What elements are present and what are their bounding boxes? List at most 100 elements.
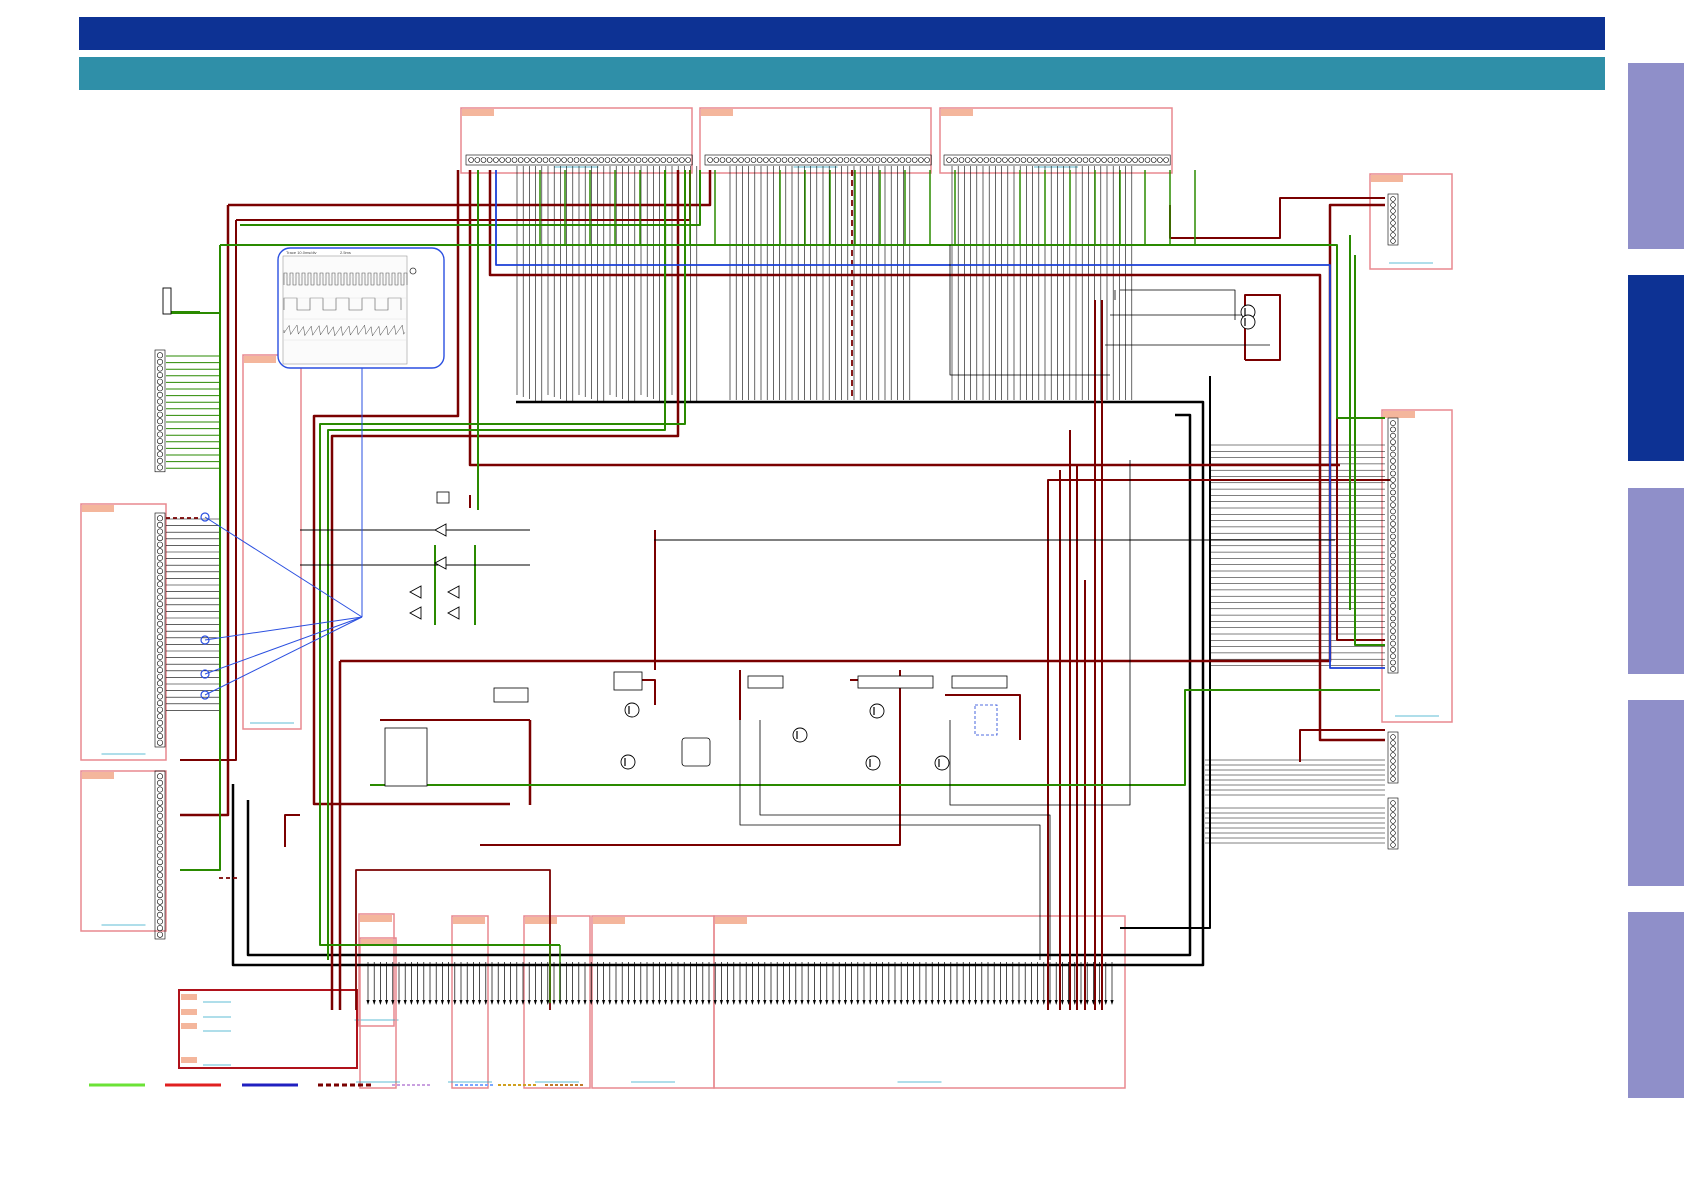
connector-left-3-pin xyxy=(157,885,164,892)
bottom-pin-arrow xyxy=(515,1000,519,1005)
bottom-pin-arrow xyxy=(527,1000,531,1005)
connector-top-2-pin xyxy=(837,157,844,163)
bottom-pin-arrow xyxy=(496,1000,500,1005)
bottom-pin-arrow xyxy=(868,1000,872,1005)
power-line xyxy=(480,670,901,846)
connector-left-2-pin xyxy=(157,574,164,581)
connector-top-2-pin xyxy=(781,157,788,163)
connector-top-2-pin xyxy=(750,157,757,163)
connector-right-3-pin xyxy=(1390,758,1396,764)
connector-top-1-pin xyxy=(548,157,555,163)
connector-right-2-pin xyxy=(1390,615,1396,622)
connector-top-2-pin xyxy=(794,157,800,163)
connector-top-2-pin xyxy=(849,157,856,163)
connector-left-1-pin xyxy=(157,424,164,431)
bottom-pin-arrow xyxy=(664,1000,668,1005)
connector-right-4-pin xyxy=(1390,824,1396,830)
connector-top-3-pin xyxy=(1045,157,1052,163)
connector-left-3-pin xyxy=(157,852,164,859)
connector-left-2-pin xyxy=(157,667,164,674)
connector-top-3-pin xyxy=(1014,157,1021,163)
connector-top-3-pin xyxy=(1088,157,1095,163)
connector-right-2-pin xyxy=(1390,596,1396,603)
bottom-pin-arrow xyxy=(657,1000,661,1005)
connector-left-2-pin xyxy=(157,607,164,614)
label-box xyxy=(747,675,784,689)
bottom-pin-arrow xyxy=(695,1000,699,1005)
connector-left-2-pin xyxy=(157,528,164,535)
connector-top-1-pin xyxy=(567,157,574,163)
bottom-pin-arrow xyxy=(1005,1000,1009,1005)
connector-top-1-pin xyxy=(474,157,481,163)
connector-top-1-pin xyxy=(511,157,518,163)
connector-top-3-pin xyxy=(971,157,977,163)
component-frame-6 xyxy=(80,503,167,761)
bottom-pin-arrow xyxy=(509,1000,513,1005)
bottom-pin-arrow xyxy=(998,1000,1002,1005)
connector-right-2-pin xyxy=(1390,647,1396,653)
power-line xyxy=(1299,729,1385,762)
connector-right-2-pin xyxy=(1390,659,1396,666)
bottom-pin-arrow xyxy=(738,1000,742,1005)
connector-top-1-pin xyxy=(480,157,487,163)
connector-right-2-pin xyxy=(1390,420,1396,427)
connector-top-1-pin xyxy=(635,157,642,163)
reference-tag-2 xyxy=(181,1009,197,1015)
frame-tag-12 xyxy=(525,917,557,924)
connector-left-1-pin xyxy=(157,418,164,425)
bottom-pin-arrow xyxy=(701,1000,705,1005)
frame-tag-3 xyxy=(941,109,973,116)
connector-right-3-pin xyxy=(1390,770,1396,776)
connector-top-3-pin xyxy=(1095,157,1101,163)
connector-top-1-pin xyxy=(468,157,474,163)
connector-left-3-pin xyxy=(157,819,164,826)
connector-right-2-pin xyxy=(1390,508,1396,515)
connector-right-2-pin xyxy=(1390,546,1396,553)
connector-top-2-pin xyxy=(868,157,875,163)
connector-top-1-pin xyxy=(672,157,679,163)
connector-top-3-pin xyxy=(1126,157,1132,163)
connector-left-2-pin xyxy=(157,581,164,588)
connector-right-2-pin xyxy=(1390,439,1396,445)
connector-top-3-pin xyxy=(1033,157,1039,163)
connector-top-2-pin xyxy=(812,157,819,163)
connector-right-2-pin xyxy=(1390,665,1396,672)
bottom-pin-arrow xyxy=(967,1000,971,1005)
bottom-pin-arrow xyxy=(812,1000,816,1005)
connector-top-2-pin xyxy=(911,157,918,163)
connector-top-1-pin xyxy=(592,157,598,163)
connector-right-3-pin xyxy=(1390,776,1396,782)
connector-top-3-pin xyxy=(1076,157,1083,163)
bottom-pin-arrow xyxy=(670,1000,674,1005)
connector-top-1-pin xyxy=(536,157,543,163)
connector-right-2-pin xyxy=(1390,477,1396,483)
bottom-pin-arrow xyxy=(1098,1000,1102,1005)
power-line xyxy=(1336,255,1385,641)
connector-left-3-pin xyxy=(157,859,164,866)
connector-top-2-pin xyxy=(719,157,726,163)
bottom-pin-arrow xyxy=(850,1000,854,1005)
connector-top-3-pin xyxy=(1150,157,1157,163)
component-frame-1 xyxy=(460,107,693,174)
bottom-pin-arrow xyxy=(769,1000,773,1005)
connector-right-2-pin xyxy=(1390,640,1396,647)
signal-line xyxy=(759,720,1051,960)
ground-line xyxy=(1354,255,1385,646)
frame-tag-14 xyxy=(715,917,747,924)
bottom-pin-arrow xyxy=(676,1000,680,1005)
connector-top-3-pin xyxy=(983,157,990,163)
connector-top-2-pin xyxy=(725,157,732,163)
bottom-pin-arrow xyxy=(1029,1000,1033,1005)
bottom-pin-arrow xyxy=(645,1000,649,1005)
connector-left-3-pin xyxy=(157,911,164,918)
label-box xyxy=(493,687,529,703)
component-frame-11 xyxy=(451,915,489,1089)
connector-top-1-pin xyxy=(617,157,623,163)
connector-right-2-pin xyxy=(1390,432,1396,439)
connector-top-1-pin xyxy=(555,157,561,163)
bottom-pin-arrow xyxy=(980,1000,984,1005)
bottom-pin-arrow xyxy=(1054,1000,1058,1005)
connector-left-3-pin xyxy=(157,925,164,932)
connector-left-2-pin xyxy=(157,535,164,542)
connector-left-1-pin xyxy=(157,405,164,412)
